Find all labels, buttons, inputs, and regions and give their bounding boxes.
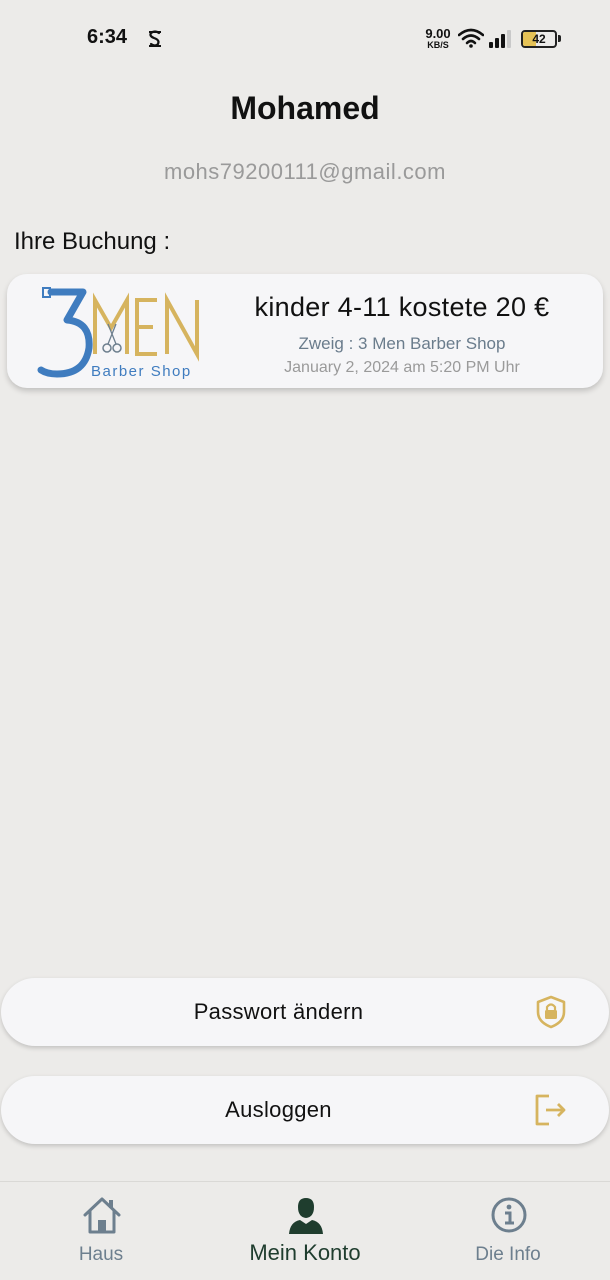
- nav-item-home[interactable]: Haus: [1, 1182, 201, 1280]
- network-speed-value: 9.00: [425, 26, 451, 41]
- bottom-navigation: Haus Mein Konto Die Info: [0, 1181, 610, 1280]
- signal-icon: [489, 30, 511, 48]
- nav-label-account: Mein Konto: [249, 1240, 361, 1265]
- booking-card[interactable]: Barber Shop kinder 4-11 kostete 20 € Zwe…: [7, 274, 603, 388]
- nav-item-account[interactable]: Mein Konto: [205, 1182, 405, 1280]
- network-speed-unit: KB/S: [427, 40, 449, 50]
- status-bar: 6:34 9.00 KB/S 42: [0, 0, 610, 78]
- user-name: Mohamed: [230, 90, 380, 126]
- wifi-icon: [458, 28, 484, 48]
- bookings-section-title: Ihre Buchung :: [14, 228, 171, 255]
- nav-item-info[interactable]: Die Info: [408, 1182, 608, 1280]
- logout-icon: [535, 1094, 566, 1126]
- home-icon: [83, 1197, 121, 1234]
- change-password-label: Passwort ändern: [193, 999, 364, 1024]
- s-notification-icon: [149, 30, 161, 47]
- info-icon: [491, 1197, 527, 1233]
- battery-level: 42: [532, 32, 546, 46]
- logo-subtitle: Barber Shop: [91, 363, 192, 380]
- status-time: 6:34: [87, 26, 128, 48]
- booking-datetime: January 2, 2024 am 5:20 PM Uhr: [284, 359, 520, 376]
- shield-lock-icon: [536, 995, 566, 1029]
- nav-label-home: Haus: [78, 1244, 124, 1265]
- network-speed: 9.00 KB/S: [424, 27, 452, 50]
- booking-details: kinder 4-11 kostete 20 € Zweig : 3 Men B…: [212, 292, 592, 377]
- barbershop-logo: Barber Shop: [37, 287, 199, 380]
- change-password-button[interactable]: Passwort ändern: [1, 978, 609, 1046]
- booking-branch: Zweig : 3 Men Barber Shop: [298, 334, 506, 353]
- battery-icon: 42: [521, 30, 561, 48]
- booking-service: kinder 4-11 kostete 20 €: [254, 292, 550, 322]
- person-icon: [289, 1198, 323, 1234]
- logout-button[interactable]: Ausloggen: [1, 1076, 609, 1144]
- nav-label-info: Die Info: [475, 1244, 541, 1265]
- logout-label: Ausloggen: [225, 1097, 332, 1122]
- user-email: mohs79200111@gmail.com: [164, 159, 446, 184]
